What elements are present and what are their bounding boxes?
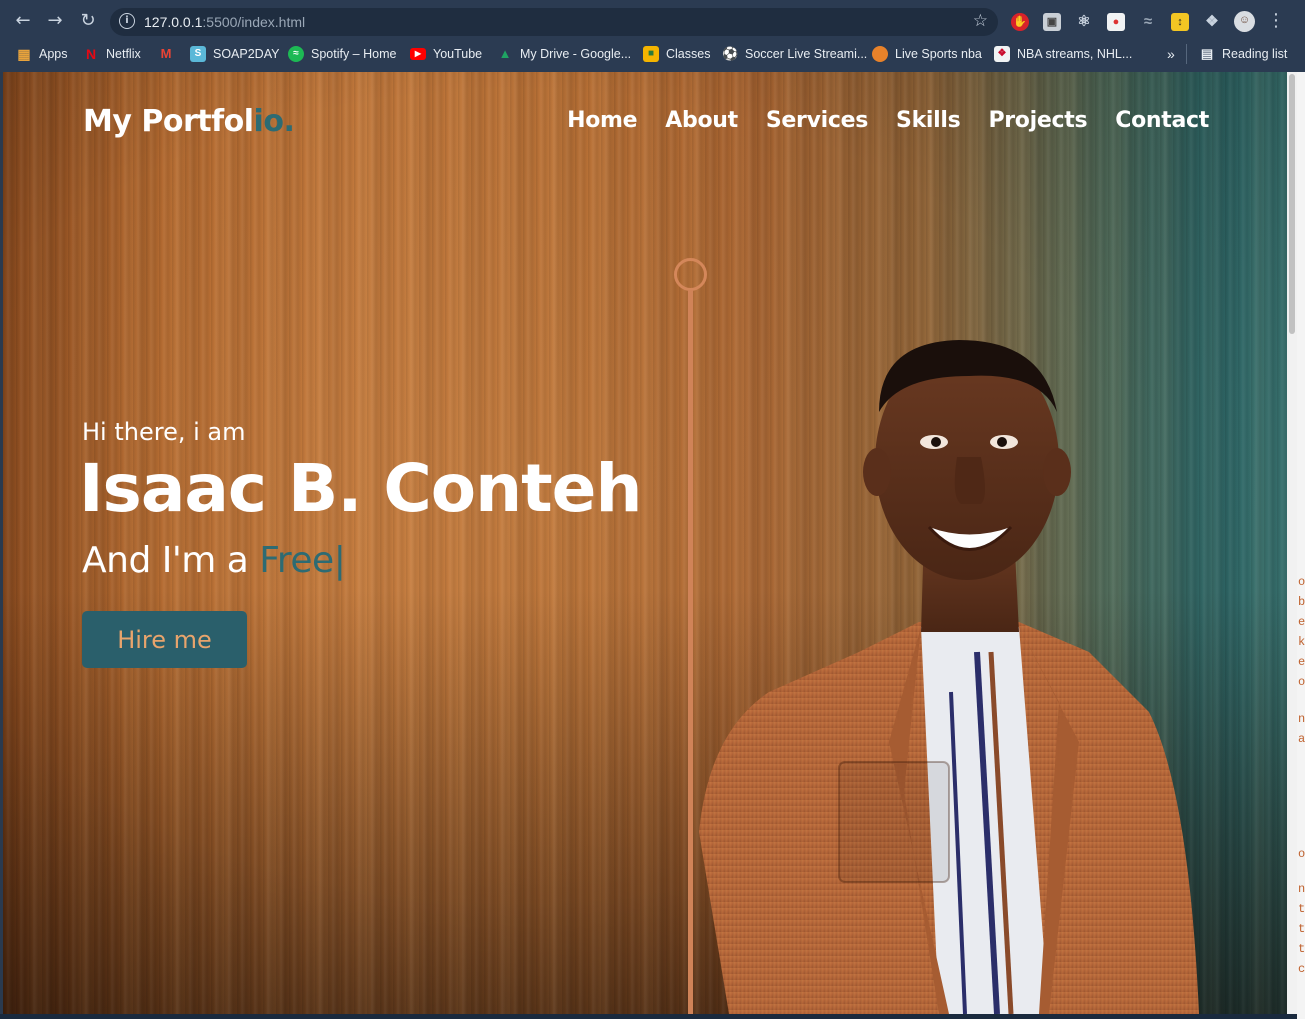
- reading-list-icon: ▤: [1200, 46, 1214, 61]
- logo-accent-text: io.: [253, 104, 295, 139]
- edge-fragment-text: a: [1298, 732, 1305, 746]
- role-typed-text: Free: [259, 540, 334, 581]
- bookmark-my-drive[interactable]: ▲ My Drive - Google...: [497, 44, 632, 64]
- bookmark-classes[interactable]: ■ Classes: [643, 44, 710, 64]
- bookmark-soap2day[interactable]: S SOAP2DAY: [190, 44, 279, 64]
- edge-fragment-text: b: [1298, 595, 1305, 609]
- netflix-icon: N: [85, 46, 97, 62]
- extension-gray-icon[interactable]: ▣: [1043, 13, 1061, 31]
- edge-fragment-text: k: [1298, 635, 1305, 649]
- bookmarks-overflow-button[interactable]: »: [1167, 44, 1175, 64]
- back-icon[interactable]: ←: [11, 9, 35, 33]
- react-devtools-icon[interactable]: ⚛: [1075, 13, 1093, 31]
- spotify-icon: ≈: [288, 46, 304, 62]
- address-url[interactable]: 127.0.0.1:5500/index.html: [144, 14, 305, 30]
- bookmark-soccer-live[interactable]: ⚽ Soccer Live Streami...: [722, 44, 867, 64]
- browser-toolbar: ← → ↻ i 127.0.0.1:5500/index.html ☆ ✋ ▣ …: [0, 3, 1305, 39]
- classroom-icon: ■: [643, 46, 659, 62]
- nba-icon: ❖: [994, 46, 1010, 62]
- adblock-extension-icon[interactable]: ✋: [1011, 13, 1029, 31]
- edge-fragment-text: o: [1298, 675, 1305, 689]
- edge-fragment-text: t: [1298, 942, 1305, 956]
- adjacent-window-edge: obekeonaontttc: [1297, 72, 1305, 1019]
- bookmark-star-icon[interactable]: ☆: [973, 11, 988, 31]
- soap2day-icon: S: [190, 46, 206, 62]
- edge-fragment-text: o: [1298, 847, 1305, 861]
- basketball-icon: [872, 46, 888, 62]
- extension-yellow-icon[interactable]: ↕: [1171, 13, 1189, 31]
- hero-greeting: Hi there, i am: [82, 418, 246, 446]
- edge-fragment-text: c: [1298, 962, 1305, 976]
- profile-avatar[interactable]: ☺: [1234, 11, 1255, 32]
- browser-chrome: ← → ↻ i 127.0.0.1:5500/index.html ☆ ✋ ▣ …: [0, 0, 1305, 72]
- edge-fragment-text: e: [1298, 615, 1305, 629]
- scrollbar-thumb[interactable]: [1289, 74, 1295, 334]
- edge-fragment-text: e: [1298, 655, 1305, 669]
- profile-photo: [699, 340, 1199, 1014]
- extension-wifi-icon[interactable]: ≈: [1139, 13, 1157, 31]
- site-info-icon[interactable]: i: [119, 13, 135, 29]
- hero-role: And I'm a Free|: [82, 540, 346, 581]
- edge-fragment-text: t: [1298, 902, 1305, 916]
- bookmark-apps[interactable]: ▦ Apps: [16, 44, 67, 64]
- portfolio-page: My Portfolio. Home About Services Skills…: [3, 72, 1287, 1014]
- taskbar-edge: [0, 1014, 1297, 1019]
- logo-text: My Portfol: [83, 104, 254, 139]
- nav-projects[interactable]: Projects: [988, 108, 1087, 133]
- edge-fragment-text: o: [1298, 575, 1305, 589]
- extension-red-icon[interactable]: ●: [1107, 13, 1125, 31]
- bookmark-live-sports-nba[interactable]: Live Sports nba: [872, 44, 982, 64]
- address-bar[interactable]: i 127.0.0.1:5500/index.html ☆: [110, 8, 998, 36]
- nav-services[interactable]: Services: [766, 108, 868, 133]
- youtube-icon: ▶: [410, 48, 426, 60]
- bookmark-spotify[interactable]: ≈ Spotify – Home: [288, 44, 396, 64]
- bookmarks-bar: ▦ Apps N Netflix M S SOAP2DAY ≈ Spotify …: [0, 40, 1305, 68]
- edge-fragment-text: n: [1298, 882, 1305, 896]
- forward-icon[interactable]: →: [43, 9, 67, 33]
- reading-list-button[interactable]: ▤ Reading list: [1186, 44, 1287, 64]
- edge-fragment-text: t: [1298, 922, 1305, 936]
- bookmark-netflix[interactable]: N Netflix: [83, 44, 141, 64]
- hero-name: Isaac B. Conteh: [79, 450, 642, 527]
- apps-grid-icon: ▦: [17, 46, 31, 62]
- role-prefix: And I'm a: [82, 540, 260, 581]
- drive-icon: ▲: [498, 46, 512, 61]
- reload-icon[interactable]: ↻: [76, 9, 100, 33]
- nav-home[interactable]: Home: [567, 108, 637, 133]
- site-logo[interactable]: My Portfolio.: [83, 104, 295, 139]
- nav-contact[interactable]: Contact: [1115, 108, 1209, 133]
- edge-fragment-text: n: [1298, 712, 1305, 726]
- hire-me-button[interactable]: Hire me: [82, 611, 247, 668]
- nav-skills[interactable]: Skills: [896, 108, 961, 133]
- typing-cursor: |: [333, 540, 346, 581]
- page-scrollbar[interactable]: [1287, 72, 1297, 1014]
- nav-about[interactable]: About: [665, 108, 738, 133]
- menu-icon[interactable]: ⋮: [1264, 9, 1288, 33]
- bookmark-youtube[interactable]: ▶ YouTube: [410, 44, 482, 64]
- bookmark-nba-streams[interactable]: ❖ NBA streams, NHL...: [994, 44, 1132, 64]
- soccer-icon: ⚽: [722, 46, 739, 61]
- gmail-icon: M: [160, 46, 172, 61]
- extensions-icon[interactable]: ❖: [1203, 13, 1221, 31]
- main-nav: Home About Services Skills Projects Cont…: [567, 108, 1209, 133]
- bookmark-gmail[interactable]: M: [158, 44, 181, 64]
